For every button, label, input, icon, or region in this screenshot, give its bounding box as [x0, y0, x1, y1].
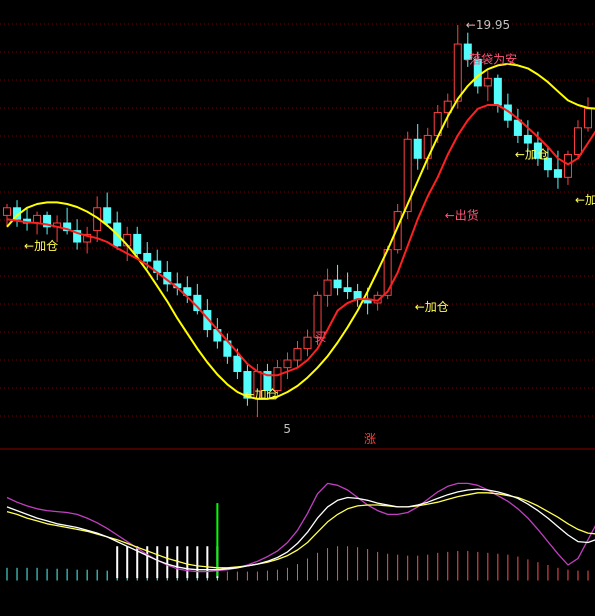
signal-annotation: ←加仓 — [244, 387, 278, 401]
j-line — [6, 482, 595, 573]
signal-annotation: 买 — [315, 330, 327, 344]
candle-up — [293, 348, 302, 361]
candle-up — [483, 77, 492, 87]
candle-up — [583, 108, 592, 129]
candle-down — [553, 169, 562, 178]
signal-annotation: ←加仓 — [415, 300, 449, 314]
signal-annotation: -落袋为安 — [465, 51, 517, 66]
d-line — [6, 492, 595, 569]
candle-down — [513, 119, 522, 136]
candle-up — [3, 207, 12, 216]
candle-down — [343, 287, 352, 293]
ma-fast-line — [6, 104, 595, 377]
signal-annotation: ←加仓 — [515, 147, 549, 161]
signal-annotation: ←加仓 — [24, 239, 58, 253]
signal-annotation: ←加仓 — [575, 193, 595, 207]
candle-down — [103, 207, 112, 224]
candle-up — [323, 279, 332, 296]
candle-down — [233, 355, 242, 372]
candle-up — [283, 359, 292, 369]
signal-annotation: ←出货 — [445, 207, 479, 222]
candle-down — [143, 252, 152, 262]
candle-up — [563, 153, 572, 178]
candle-down — [493, 77, 502, 106]
candle-up — [303, 336, 312, 350]
low-price-label: 5 — [283, 422, 291, 436]
indicator-title: 涨 — [364, 431, 376, 446]
candle-up — [573, 127, 582, 155]
chart-window: 涨←19.955←加仓←加仓买←加仓←出货-落袋为安←加仓←加仓 — [0, 0, 595, 616]
candle-down — [333, 279, 342, 289]
high-price-label: ←19.95 — [466, 18, 510, 32]
candle-up — [453, 43, 462, 102]
candle-down — [133, 233, 142, 254]
candle-down — [353, 291, 362, 300]
candle-down — [523, 134, 532, 144]
chart-canvas: 涨←19.955←加仓←加仓买←加仓←出货-落袋为安←加仓←加仓 — [0, 18, 595, 581]
candle-down — [413, 138, 422, 159]
